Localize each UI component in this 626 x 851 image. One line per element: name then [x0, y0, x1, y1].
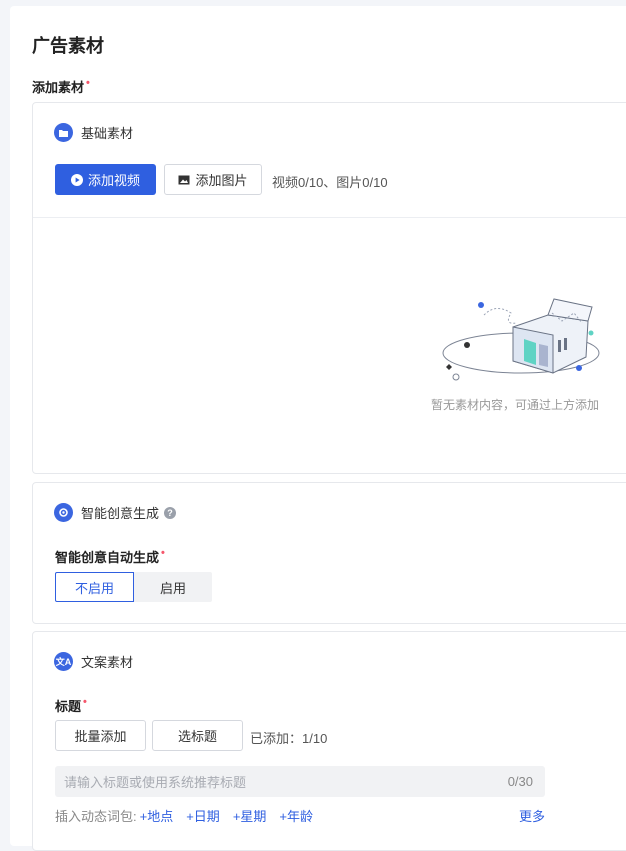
play-icon: [70, 173, 83, 186]
empty-box-illustration: [442, 298, 600, 381]
text-icon: 文A: [54, 652, 73, 671]
add-image-button[interactable]: 添加图片: [164, 164, 262, 195]
option-disable[interactable]: 不启用: [55, 572, 134, 602]
required-mark: •: [161, 547, 165, 559]
tag-date[interactable]: +日期: [186, 806, 220, 825]
required-mark: •: [86, 77, 90, 89]
empty-state-text: 暂无素材内容，可通过上方添加: [431, 398, 600, 412]
select-title-button[interactable]: 选标题: [152, 720, 243, 751]
material-count: 视频0/10、图片0/10: [272, 175, 388, 190]
required-mark: •: [83, 696, 87, 708]
tag-location[interactable]: +地点: [140, 806, 174, 825]
help-icon[interactable]: ?: [164, 506, 177, 519]
char-count: 0/30: [507, 774, 533, 789]
smart-creative-card: 智能创意生成 ? 智能创意自动生成 • 不启用 启用: [32, 482, 626, 624]
title-input-placeholder: 请输入标题或使用系统推荐标题: [64, 775, 247, 790]
title-input[interactable]: 请输入标题或使用系统推荐标题 0/30: [55, 766, 545, 797]
add-material-label: 添加素材 •: [32, 77, 90, 95]
batch-add-label: 批量添加: [74, 729, 127, 744]
copy-material-header: 文A 文案素材: [54, 652, 133, 671]
insert-label: 插入动态词包:: [55, 809, 137, 824]
auto-generate-toggle[interactable]: 不启用 启用: [55, 572, 212, 602]
basic-material-card: 基础素材 添加视频 添加图片 视频0/10、图片0/10 暂无素材内容，可通过上…: [32, 102, 626, 474]
basic-material-title: 基础素材: [81, 126, 134, 141]
add-video-button[interactable]: 添加视频: [55, 164, 156, 195]
copy-material-title: 文案素材: [81, 655, 134, 670]
option-enable[interactable]: 启用: [134, 572, 212, 602]
copy-material-card: 文A 文案素材 标题 • 批量添加 选标题 已添加：1/10 请输入标题或使用系统…: [32, 631, 626, 851]
folder-icon: [54, 123, 73, 142]
add-image-label: 添加图片: [195, 173, 248, 188]
ad-material-panel: 广告素材 添加素材• 基础素材 添加视频 添加图片 视频0/10、图片0/10: [10, 6, 626, 851]
gear-icon: [54, 503, 73, 522]
tag-age[interactable]: +年龄: [279, 806, 313, 825]
divider: [33, 217, 626, 218]
select-title-label: 选标题: [177, 729, 217, 744]
image-icon: [178, 175, 190, 184]
batch-add-button[interactable]: 批量添加: [55, 720, 146, 751]
basic-material-header: 基础素材: [54, 123, 133, 142]
tag-weekday[interactable]: +星期: [233, 806, 267, 825]
section-title: 广告素材: [32, 36, 104, 56]
added-count: 已添加：1/10: [250, 731, 328, 746]
smart-creative-header: 智能创意生成 ?: [54, 503, 177, 522]
more-link[interactable]: 更多: [519, 806, 545, 825]
smart-creative-title: 智能创意生成: [81, 506, 160, 521]
auto-generate-label: 智能创意自动生成 •: [55, 547, 165, 565]
title-field-label: 标题 •: [55, 696, 87, 714]
dynamic-word-row: 插入动态词包: +地点 +日期 +星期 +年龄 更多: [55, 806, 545, 825]
add-video-label: 添加视频: [87, 173, 140, 188]
